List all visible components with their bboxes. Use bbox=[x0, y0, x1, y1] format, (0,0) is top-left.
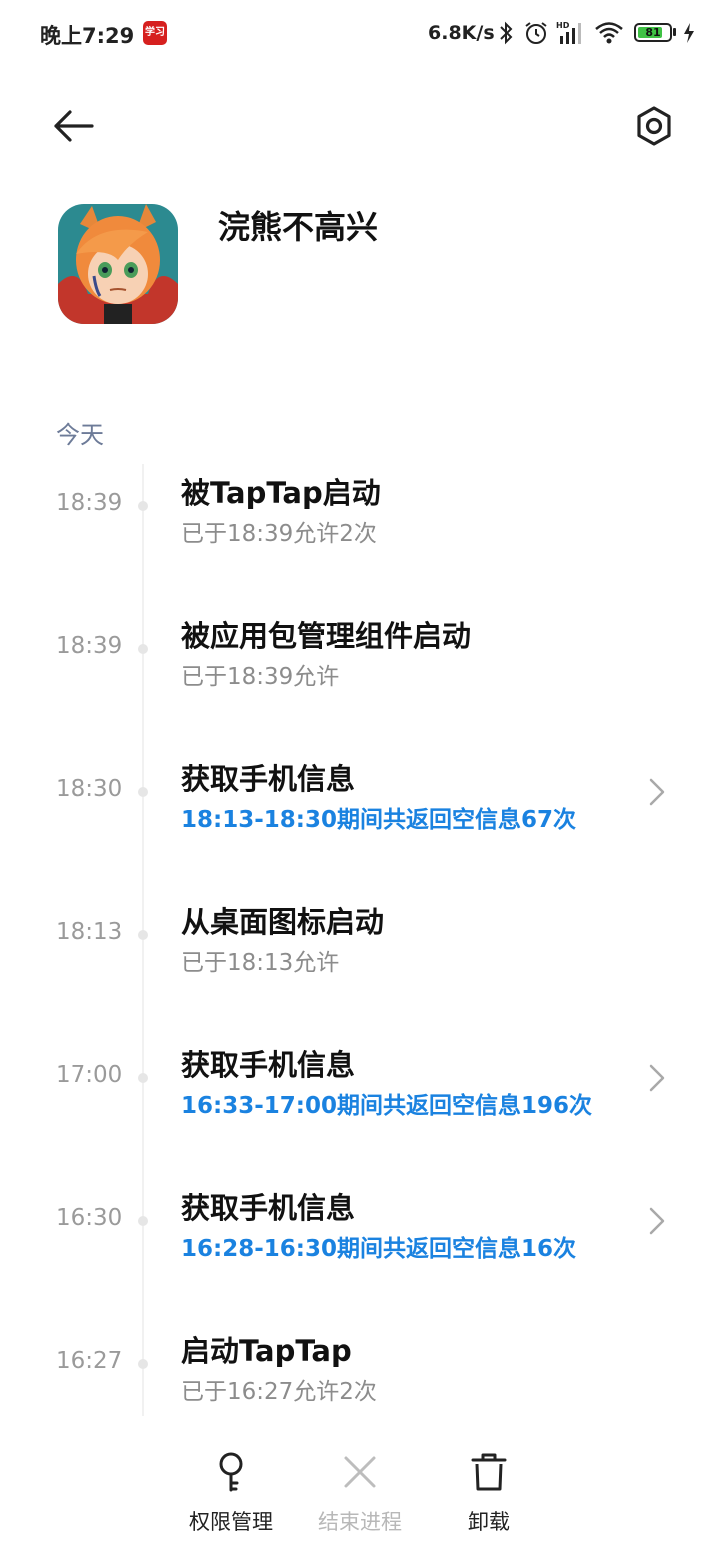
timeline-item: 18:13 从桌面图标启动 已于18:13允许 bbox=[0, 895, 720, 1038]
back-button[interactable] bbox=[48, 100, 100, 152]
timeline-dot bbox=[138, 787, 148, 797]
section-label-today: 今天 bbox=[56, 421, 104, 449]
timeline-time: 18:39 bbox=[56, 633, 123, 659]
app-icon bbox=[58, 204, 178, 324]
timeline-subtitle: 已于18:13允许 bbox=[181, 950, 340, 976]
timeline-dot bbox=[138, 930, 148, 940]
chevron-right-icon bbox=[649, 1207, 665, 1235]
timeline-item-phone-info[interactable]: 16:30 获取手机信息 16:28-16:30期间共返回空信息16次 bbox=[0, 1181, 720, 1324]
timeline-subtitle: 16:28-16:30期间共返回空信息16次 bbox=[181, 1236, 576, 1262]
timeline-title: 被应用包管理组件启动 bbox=[181, 619, 472, 653]
signal-icon: HD bbox=[556, 21, 581, 44]
status-time: 晚上7:29 bbox=[40, 24, 135, 48]
timeline-title: 获取手机信息 bbox=[181, 1048, 356, 1082]
timeline-title: 获取手机信息 bbox=[181, 1191, 356, 1225]
uninstall-button[interactable]: 卸载 bbox=[424, 1450, 554, 1550]
timeline-dot bbox=[138, 644, 148, 654]
permissions-button[interactable]: 权限管理 bbox=[166, 1450, 296, 1550]
chevron-right-icon bbox=[649, 1064, 665, 1092]
timeline-item-phone-info[interactable]: 17:00 获取手机信息 16:33-17:00期间共返回空信息196次 bbox=[0, 1038, 720, 1181]
timeline-title: 启动TapTap bbox=[181, 1334, 352, 1368]
battery-level: 81 bbox=[645, 26, 661, 39]
timeline-dot bbox=[138, 1073, 148, 1083]
end-process-button[interactable]: 结束进程 bbox=[295, 1450, 425, 1550]
status-bar: 晚上7:29 学习 6.8K/s HD 81 bbox=[0, 0, 720, 68]
app-name: 浣熊不高兴 bbox=[218, 208, 379, 246]
timeline-subtitle: 已于16:27允许2次 bbox=[181, 1379, 377, 1405]
timeline-subtitle: 18:13-18:30期间共返回空信息67次 bbox=[181, 807, 576, 833]
charging-icon bbox=[684, 23, 694, 43]
timeline-time: 16:30 bbox=[56, 1205, 123, 1231]
timeline-time: 18:30 bbox=[56, 776, 123, 802]
end-process-label: 结束进程 bbox=[318, 1510, 402, 1534]
app-notification-icon: 学习 bbox=[143, 21, 167, 45]
timeline-time: 18:39 bbox=[56, 490, 123, 516]
settings-button[interactable] bbox=[628, 100, 680, 152]
timeline-dot bbox=[138, 1216, 148, 1226]
close-icon bbox=[344, 1456, 376, 1488]
timeline-item: 18:39 被应用包管理组件启动 已于18:39允许 bbox=[0, 609, 720, 752]
app-avatar-illustration bbox=[58, 204, 178, 324]
settings-icon bbox=[637, 106, 671, 146]
chevron-right-icon bbox=[649, 778, 665, 806]
uninstall-label: 卸载 bbox=[468, 1510, 510, 1534]
timeline-subtitle: 已于18:39允许2次 bbox=[181, 521, 377, 547]
timeline-dot bbox=[138, 501, 148, 511]
bottom-action-bar: 权限管理 结束进程 卸载 bbox=[0, 1430, 720, 1560]
timeline-time: 16:27 bbox=[56, 1348, 123, 1374]
timeline-title: 获取手机信息 bbox=[181, 762, 356, 796]
timeline-subtitle: 已于18:39允许 bbox=[181, 664, 340, 690]
trash-icon bbox=[471, 1453, 507, 1491]
timeline-title: 从桌面图标启动 bbox=[181, 905, 385, 939]
network-speed: 6.8K/s bbox=[428, 22, 495, 44]
bluetooth-icon bbox=[500, 21, 513, 45]
timeline-dot bbox=[138, 1359, 148, 1369]
svg-text:HD: HD bbox=[556, 21, 570, 30]
timeline-subtitle: 16:33-17:00期间共返回空信息196次 bbox=[181, 1093, 592, 1119]
wifi-icon bbox=[595, 22, 623, 44]
key-icon bbox=[219, 1452, 243, 1492]
timeline-time: 17:00 bbox=[56, 1062, 123, 1088]
timeline-title: 被TapTap启动 bbox=[181, 476, 381, 510]
alarm-icon bbox=[525, 22, 547, 44]
timeline-item-phone-info[interactable]: 18:30 获取手机信息 18:13-18:30期间共返回空信息67次 bbox=[0, 752, 720, 895]
timeline-item: 18:39 被TapTap启动 已于18:39允许2次 bbox=[0, 466, 720, 609]
arrow-left-icon bbox=[54, 110, 94, 142]
timeline-time: 18:13 bbox=[56, 919, 123, 945]
battery-cap bbox=[673, 28, 676, 36]
permissions-label: 权限管理 bbox=[189, 1510, 273, 1534]
battery-indicator: 81 bbox=[634, 23, 672, 42]
